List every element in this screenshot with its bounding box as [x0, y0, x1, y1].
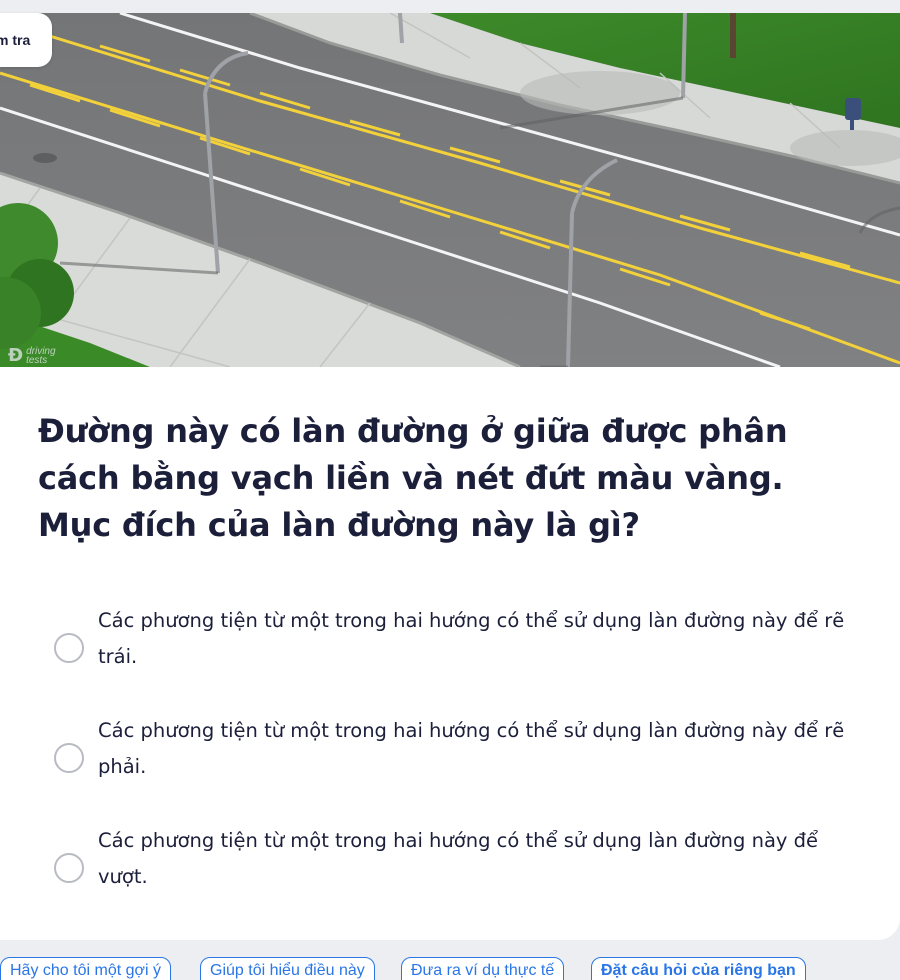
watermark-line-2: tests — [26, 354, 48, 366]
radio-unchecked-icon[interactable] — [54, 853, 84, 883]
answer-option-text: Các phương tiện từ một trong hai hướng c… — [98, 829, 819, 888]
explain-chip-button[interactable]: Giúp tôi hiểu điều này — [200, 957, 375, 980]
road-scene-image — [0, 13, 900, 367]
answer-option-3[interactable]: Các phương tiện từ một trong hai hướng c… — [54, 823, 854, 903]
road-illustration: Ɖ driving tests — [0, 13, 900, 367]
radio-unchecked-icon[interactable] — [54, 633, 84, 663]
driving-tests-watermark: Ɖ driving tests — [8, 345, 56, 366]
ai-helper-chips: Hãy cho tôi một gợi ý Giúp tôi hiểu điều… — [0, 957, 900, 980]
answer-option-1[interactable]: Các phương tiện từ một trong hai hướng c… — [54, 603, 854, 683]
answer-option-text: Các phương tiện từ một trong hai hướng c… — [98, 609, 845, 668]
answer-option-2[interactable]: Các phương tiện từ một trong hai hướng c… — [54, 713, 854, 793]
answer-option-text: Các phương tiện từ một trong hai hướng c… — [98, 719, 845, 778]
hint-chip-button[interactable]: Hãy cho tôi một gợi ý — [0, 957, 171, 980]
radio-unchecked-icon[interactable] — [54, 743, 84, 773]
driving-tests-logo: Ɖ — [8, 345, 24, 366]
example-chip-button[interactable]: Đưa ra ví dụ thực tế — [401, 957, 565, 980]
question-text: Đường này có làn đường ở giữa được phân … — [38, 412, 788, 544]
question-card: Ɖ driving tests Đường này có làn đường ở… — [0, 13, 900, 940]
ask-question-chip-button[interactable]: Đặt câu hỏi của riêng bạn — [591, 957, 806, 980]
test-mode-badge[interactable]: m tra — [0, 13, 52, 67]
test-mode-label: m tra — [0, 32, 31, 48]
